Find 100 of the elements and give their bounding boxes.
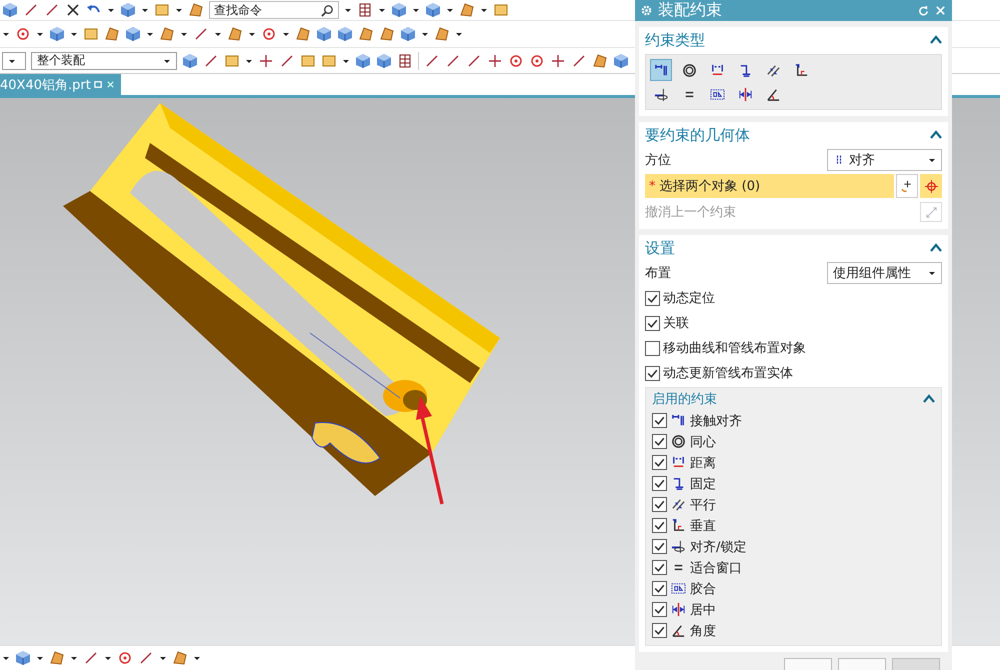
search-field[interactable]: 查找命令: [209, 1, 339, 19]
cube-icon[interactable]: [316, 26, 332, 42]
caret-icon[interactable]: [2, 654, 10, 662]
cube-icon[interactable]: [49, 26, 65, 42]
line-icon[interactable]: [445, 52, 461, 68]
selection-step[interactable]: * 选择两个对象 (0): [645, 174, 894, 198]
shape-icon[interactable]: [295, 26, 311, 42]
caret-icon[interactable]: [104, 654, 112, 662]
checkbox[interactable]: [652, 497, 667, 512]
caret-icon[interactable]: [36, 654, 44, 662]
shape-icon[interactable]: [459, 2, 475, 18]
caret-icon[interactable]: [107, 6, 115, 14]
plus-icon[interactable]: [550, 52, 566, 68]
reset-icon[interactable]: [918, 5, 929, 16]
caret-icon[interactable]: [36, 30, 44, 38]
box-icon[interactable]: [493, 2, 509, 18]
line-icon[interactable]: [138, 650, 154, 666]
caret-icon[interactable]: [412, 6, 420, 14]
checkbox[interactable]: [652, 623, 667, 638]
checkbox[interactable]: [652, 602, 667, 617]
add-point-button[interactable]: [896, 174, 918, 198]
circle-icon[interactable]: [508, 52, 524, 68]
checkbox[interactable]: [645, 316, 660, 330]
circle-icon[interactable]: [15, 26, 31, 42]
grid-icon[interactable]: [397, 52, 413, 68]
collapse-icon[interactable]: [930, 243, 942, 253]
cube-icon[interactable]: [120, 2, 136, 18]
filter-dropdown[interactable]: [2, 52, 26, 70]
shape-icon[interactable]: [104, 26, 120, 42]
caret-icon[interactable]: [214, 30, 222, 38]
cube-icon[interactable]: [613, 52, 629, 68]
caret-icon[interactable]: [248, 30, 256, 38]
shape-icon[interactable]: [379, 26, 395, 42]
shape-icon[interactable]: [172, 650, 188, 666]
shape-icon[interactable]: [49, 650, 65, 666]
caret-icon[interactable]: [141, 6, 149, 14]
line-icon[interactable]: [44, 2, 60, 18]
checkbox[interactable]: [652, 560, 667, 575]
caret-icon[interactable]: [159, 654, 167, 662]
caret-icon[interactable]: [421, 30, 429, 38]
circle-icon[interactable]: [529, 52, 545, 68]
circle-icon[interactable]: [261, 26, 277, 42]
layout-dropdown[interactable]: 使用组件属性: [827, 262, 942, 284]
shape-icon[interactable]: [227, 26, 243, 42]
line-icon[interactable]: [571, 52, 587, 68]
caret-icon[interactable]: [282, 30, 290, 38]
cube-icon[interactable]: [2, 2, 18, 18]
checkbox[interactable]: [652, 539, 667, 554]
caret-icon[interactable]: [455, 30, 463, 38]
cube-icon[interactable]: [425, 2, 441, 18]
cube-icon[interactable]: [15, 650, 31, 666]
box-icon[interactable]: [83, 26, 99, 42]
line-icon[interactable]: [424, 52, 440, 68]
collapse-icon[interactable]: [930, 35, 942, 45]
close-icon[interactable]: [65, 2, 81, 18]
cube-icon[interactable]: [125, 26, 141, 42]
caret-icon[interactable]: [70, 654, 78, 662]
caret-icon[interactable]: [446, 6, 454, 14]
assembly-dropdown[interactable]: 整个装配: [31, 52, 177, 70]
shape-icon[interactable]: [188, 2, 204, 18]
caret-icon[interactable]: [180, 30, 188, 38]
caret-icon[interactable]: [70, 30, 78, 38]
line-icon[interactable]: [23, 2, 39, 18]
shape-icon[interactable]: [592, 52, 608, 68]
caret-icon[interactable]: [378, 6, 386, 14]
box-icon[interactable]: [154, 2, 170, 18]
checkbox[interactable]: [652, 476, 667, 491]
box-icon[interactable]: [321, 52, 337, 68]
checkbox[interactable]: [645, 290, 660, 306]
line-icon[interactable]: [466, 52, 482, 68]
orientation-dropdown[interactable]: 对齐: [827, 149, 942, 171]
shape-icon[interactable]: [434, 26, 450, 42]
collapse-icon[interactable]: [930, 130, 942, 140]
grid-icon[interactable]: [357, 2, 373, 18]
plus-icon[interactable]: [258, 52, 274, 68]
checkbox[interactable]: [645, 366, 660, 380]
shape-icon[interactable]: [159, 26, 175, 42]
checkbox[interactable]: [645, 340, 660, 356]
crosshair-button[interactable]: [920, 174, 942, 198]
constraint-type-button[interactable]: [650, 59, 672, 81]
caret-icon[interactable]: [146, 30, 154, 38]
cube-icon[interactable]: [376, 52, 392, 68]
cube-icon[interactable]: [400, 26, 416, 42]
checkbox[interactable]: [652, 455, 667, 470]
line-icon[interactable]: [193, 26, 209, 42]
cube-icon[interactable]: [355, 52, 371, 68]
cube-icon[interactable]: [391, 2, 407, 18]
checkbox[interactable]: [652, 518, 667, 533]
circle-icon[interactable]: [117, 650, 133, 666]
caret-icon[interactable]: [193, 654, 201, 662]
caret-icon[interactable]: [175, 6, 183, 14]
caret-icon[interactable]: [480, 6, 488, 14]
checkbox[interactable]: [652, 413, 667, 428]
box-icon[interactable]: [224, 52, 240, 68]
shape-icon[interactable]: [358, 26, 374, 42]
caret-icon[interactable]: [344, 6, 352, 14]
cube-icon[interactable]: [182, 52, 198, 68]
caret-icon[interactable]: [2, 30, 10, 38]
checkbox[interactable]: [652, 434, 667, 449]
line-icon[interactable]: [83, 650, 99, 666]
